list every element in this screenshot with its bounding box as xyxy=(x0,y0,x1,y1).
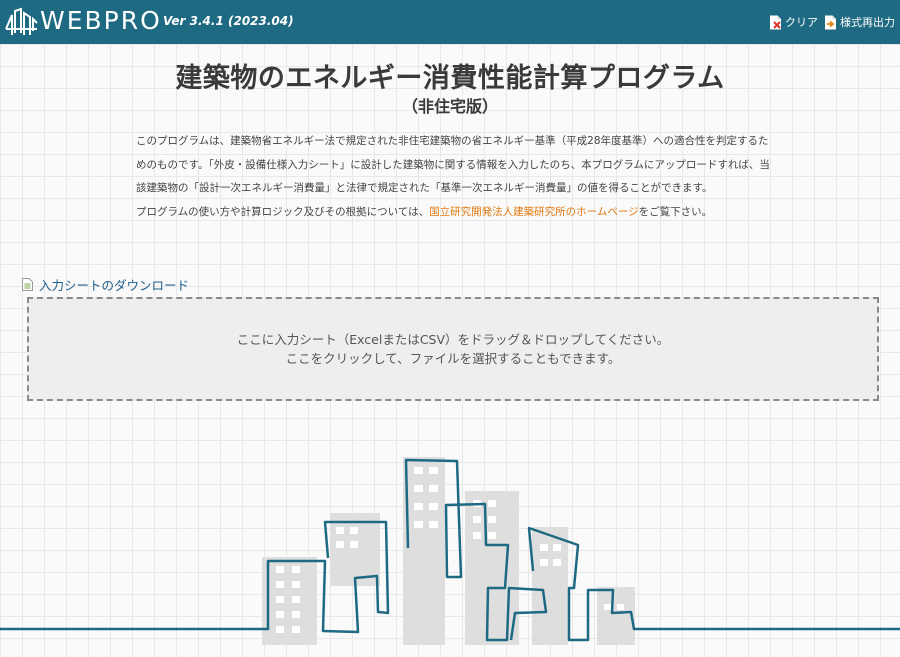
page-subtitle: （非住宅版） xyxy=(401,97,498,116)
document-clear-icon xyxy=(770,15,781,29)
document-output-icon xyxy=(825,15,836,29)
download-input-sheet-link[interactable]: 入力シートのダウンロード xyxy=(22,275,189,294)
description-paragraph-1: このプログラムは、建築物省エネルギー法で規定された非住宅建築物の省エネルギー基準… xyxy=(136,135,770,194)
clear-label: クリア xyxy=(785,16,818,29)
clear-button[interactable]: クリア xyxy=(769,14,818,30)
file-dropzone[interactable]: ここに入力シート（ExcelまたはCSV）をドラッグ＆ドロップしてください。 こ… xyxy=(27,297,879,401)
download-link-label: 入力シートのダウンロード xyxy=(39,278,190,293)
page-title: 建築物のエネルギー消費性能計算プログラム xyxy=(175,63,725,94)
dropzone-line-1: ここに入力シート（ExcelまたはCSV）をドラッグ＆ドロップしてください。 xyxy=(236,332,670,347)
brand-name[interactable]: WEBPRO xyxy=(40,6,162,36)
dropzone-line-2: ここをクリックして、ファイルを選択することもできます。 xyxy=(285,351,621,366)
description-paragraph-2: プログラムの使い方や計算ロジック及びその根拠については、国立研究開発法人建築研究… xyxy=(136,201,772,225)
document-icon xyxy=(22,278,33,291)
city-skyline-illustration xyxy=(0,457,900,645)
app-header: WEBPRO Ver 3.4.1 (2023.04) クリア 様式再出力 xyxy=(0,0,900,44)
output-label: 様式再出力 xyxy=(840,16,895,29)
bri-homepage-link[interactable]: 国立研究開発法人建築研究所のホームページ xyxy=(429,206,638,218)
output-button[interactable]: 様式再出力 xyxy=(824,14,895,30)
description: このプログラムは、建築物省エネルギー法で規定された非住宅建築物の省エネルギー基準… xyxy=(136,130,772,224)
description-text-after: をご覧下さい。 xyxy=(638,205,713,218)
building-logo-icon[interactable] xyxy=(4,7,38,37)
description-text-before: プログラムの使い方や計算ロジック及びその根拠については、 xyxy=(136,205,430,218)
version-label: Ver 3.4.1 (2023.04) xyxy=(163,14,294,28)
